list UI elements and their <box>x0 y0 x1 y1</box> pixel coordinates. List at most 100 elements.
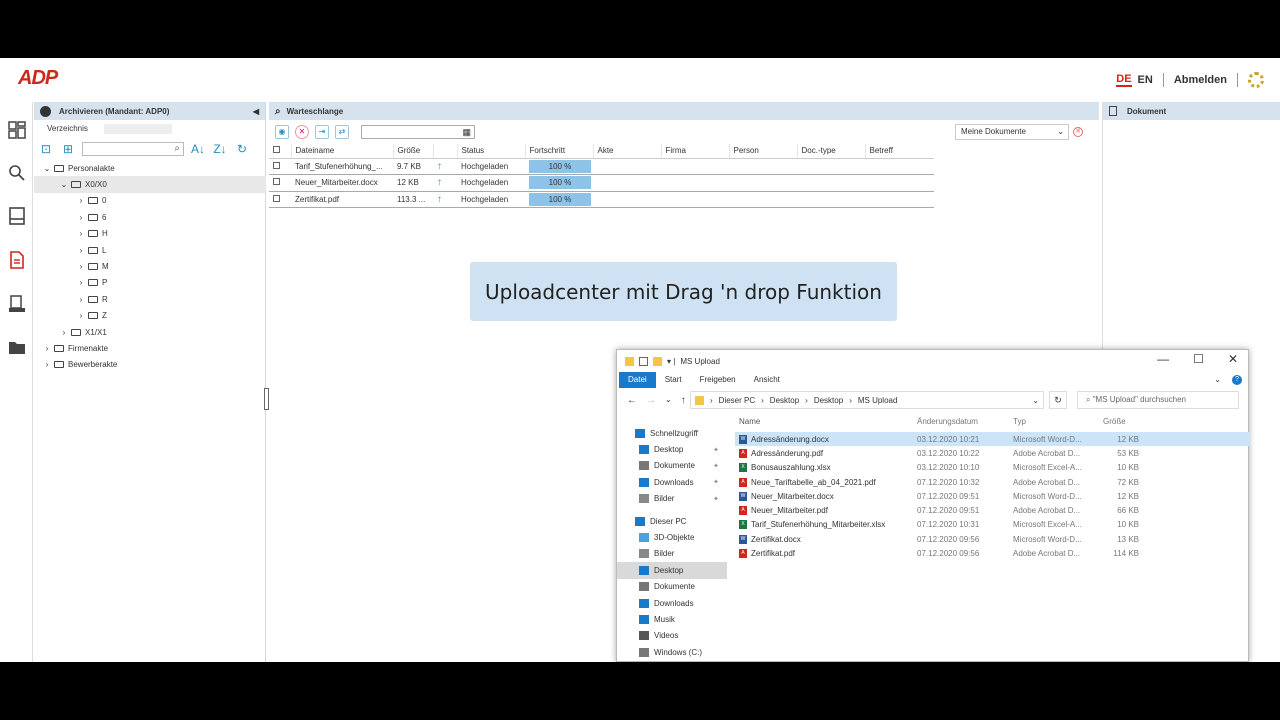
breadcrumb-item[interactable]: Desktop <box>770 396 799 405</box>
tree-item[interactable]: ⌄ X0/X0 <box>34 176 266 193</box>
sort-asc-icon[interactable]: A↓ <box>190 141 206 157</box>
minimize-icon[interactable]: — <box>1157 352 1169 366</box>
sidebar-item[interactable]: Desktop ✦ <box>617 441 727 457</box>
table-row[interactable]: Zertifikat.pdf 113.3 ... ↑ Hochgeladen 1… <box>269 191 934 208</box>
col-person[interactable]: Person <box>729 144 798 159</box>
tree-item[interactable]: ⌄ Personalakte <box>34 160 266 176</box>
adp-logo[interactable]: ADP <box>18 67 58 90</box>
lang-en-link[interactable]: EN <box>1138 74 1153 86</box>
file-row[interactable]: W Neuer_Mitarbeiter.docx 07.12.2020 09:51 M… <box>735 489 1250 503</box>
file-row[interactable]: A Neue_Tariftabelle_ab_04_2021.pdf 07.12.2… <box>735 475 1250 489</box>
col-doc-type[interactable]: Doc.-type <box>797 144 866 159</box>
col-betreff[interactable]: Betreff <box>865 144 934 159</box>
file-row[interactable]: W Zertifikat.docx 07.12.2020 09:56 Microsof… <box>735 532 1250 546</box>
print-docs-icon[interactable] <box>8 295 26 313</box>
file-row[interactable]: X Bonusauszahlung.xlsx 03.12.2020 10:10 Mic… <box>735 461 1250 475</box>
tree-item[interactable]: › Firmenakte <box>34 340 266 356</box>
chevron-right-icon[interactable]: › <box>59 328 69 337</box>
dashboard-icon[interactable] <box>8 121 26 139</box>
col-status[interactable]: Status <box>457 144 526 159</box>
col-date[interactable]: Änderungsdatum <box>915 417 1013 426</box>
gear-icon[interactable] <box>1248 72 1264 88</box>
ribbon-tab-freigeben[interactable]: Freigeben <box>691 372 745 388</box>
logout-link[interactable]: Abmelden <box>1174 74 1227 86</box>
file-row[interactable]: A Zertifikat.pdf 07.12.2020 09:56 Adobe Acr… <box>735 546 1250 560</box>
tree-item[interactable]: › 6 <box>34 209 266 225</box>
sidebar-item[interactable]: Schnellzugriff <box>617 425 727 441</box>
up-icon[interactable]: ↑ <box>681 395 686 406</box>
find-folder-icon[interactable]: ⊡ <box>38 141 54 157</box>
row-checkbox[interactable] <box>273 194 280 202</box>
chevron-right-icon[interactable]: › <box>42 344 52 353</box>
close-icon[interactable]: ✕ <box>1228 352 1238 366</box>
refresh-icon[interactable]: ↻ <box>1049 391 1067 409</box>
document-filter-select[interactable]: Meine Dokumente ⌄ <box>955 124 1069 140</box>
file-row[interactable]: W Adressänderung.docx 03.12.2020 10:21 Micr… <box>735 432 1250 447</box>
view-icon[interactable]: ◉ <box>275 125 289 139</box>
file-row[interactable]: A Adressänderung.pdf 03.12.2020 10:22 Adobe… <box>735 446 1250 460</box>
tree-item[interactable]: › Bewerberakte <box>34 357 266 373</box>
col-dateiname[interactable]: Dateiname <box>291 144 394 159</box>
inbox-icon[interactable] <box>8 207 26 225</box>
quick-access-dropdown-icon[interactable]: ▾ | <box>667 357 675 366</box>
sidebar-item[interactable]: Dokumente <box>617 579 727 595</box>
back-icon[interactable]: ← <box>627 395 637 406</box>
merge-icon[interactable]: ⇥ <box>315 125 329 139</box>
row-checkbox[interactable] <box>273 161 280 169</box>
tree-item[interactable]: › X1/X1 <box>34 324 266 340</box>
forward-icon[interactable]: → <box>646 395 656 406</box>
help-icon[interactable]: ? <box>1232 375 1242 385</box>
file-row[interactable]: X Tarif_Stufenerhöhung_Mitarbeiter.xlsx 07… <box>735 518 1250 532</box>
recent-icon[interactable]: ⌄ <box>665 395 672 406</box>
row-checkbox[interactable] <box>273 178 280 186</box>
chevron-down-icon[interactable]: ⌄ <box>59 180 69 189</box>
add-folder-icon[interactable]: ⊞ <box>60 141 76 157</box>
sort-desc-icon[interactable]: Z↓ <box>212 141 228 157</box>
chevron-down-icon[interactable]: ⌄ <box>42 164 52 173</box>
tree-item[interactable]: › 0 <box>34 193 266 209</box>
sidebar-item[interactable]: Downloads <box>617 595 727 611</box>
chevron-right-icon[interactable]: › <box>76 246 86 255</box>
file-row[interactable]: A Neuer_Mitarbeiter.pdf 07.12.2020 09:51 Ad… <box>735 503 1250 517</box>
breadcrumb-item[interactable]: Dieser PC <box>719 396 755 405</box>
cancel-icon[interactable]: ✕ <box>295 125 309 139</box>
col-fortschritt[interactable]: Fortschritt <box>525 144 594 159</box>
collapse-icon[interactable]: ◀ <box>253 107 259 116</box>
ribbon-tab-start[interactable]: Start <box>656 372 691 388</box>
col-firma[interactable]: Firma <box>661 144 730 159</box>
sidebar-item[interactable]: Dieser PC <box>617 513 727 529</box>
tree-item[interactable]: › H <box>34 226 266 242</box>
folder-icon[interactable] <box>8 338 26 356</box>
ribbon-tab-datei[interactable]: Datei <box>619 372 656 388</box>
expand-ribbon-icon[interactable]: ⌄ <box>1205 372 1230 388</box>
explorer-search-input[interactable]: ⌕ "MS Upload" durchsuchen <box>1077 391 1239 409</box>
chevron-right-icon[interactable]: › <box>76 311 86 320</box>
new-folder-icon[interactable] <box>653 356 662 366</box>
chevron-right-icon[interactable]: › <box>76 196 86 205</box>
col-groesse[interactable]: Größe <box>393 144 434 159</box>
table-row[interactable]: Tarif_Stufenerhöhung_... 9.7 KB ↑ Hochge… <box>269 158 934 175</box>
chevron-right-icon[interactable]: › <box>76 213 86 222</box>
sidebar-item[interactable]: Videos <box>617 628 727 644</box>
col-name[interactable]: Name <box>735 417 915 426</box>
lang-de-link[interactable]: DE <box>1116 73 1132 87</box>
col-akte[interactable]: Akte <box>593 144 662 159</box>
sidebar-item[interactable]: Desktop <box>617 562 727 579</box>
clear-filter-icon[interactable]: ✕ <box>1073 127 1083 137</box>
chevron-right-icon[interactable]: › <box>76 278 86 287</box>
search-icon[interactable]: ⌕ <box>174 143 180 154</box>
document-upload-icon[interactable] <box>8 251 26 269</box>
sidebar-item[interactable]: Downloads ✦ <box>617 474 727 490</box>
split-icon[interactable]: ⇄ <box>335 125 349 139</box>
ribbon-tab-ansicht[interactable]: Ansicht <box>745 372 789 388</box>
table-row[interactable]: Neuer_Mitarbeiter.docx 12 KB ↑ Hochgelad… <box>269 174 934 192</box>
col-type[interactable]: Typ <box>1013 417 1099 426</box>
sidebar-item[interactable]: Bilder ✦ <box>617 491 727 507</box>
properties-icon[interactable] <box>639 356 648 366</box>
breadcrumb-item[interactable]: MS Upload <box>858 396 898 405</box>
tree-item[interactable]: › Z <box>34 308 266 324</box>
sidebar-item[interactable]: Bilder <box>617 546 727 562</box>
search-icon[interactable] <box>8 164 26 182</box>
calendar-icon[interactable]: ▦ <box>462 127 471 138</box>
chevron-right-icon[interactable]: › <box>42 360 52 369</box>
